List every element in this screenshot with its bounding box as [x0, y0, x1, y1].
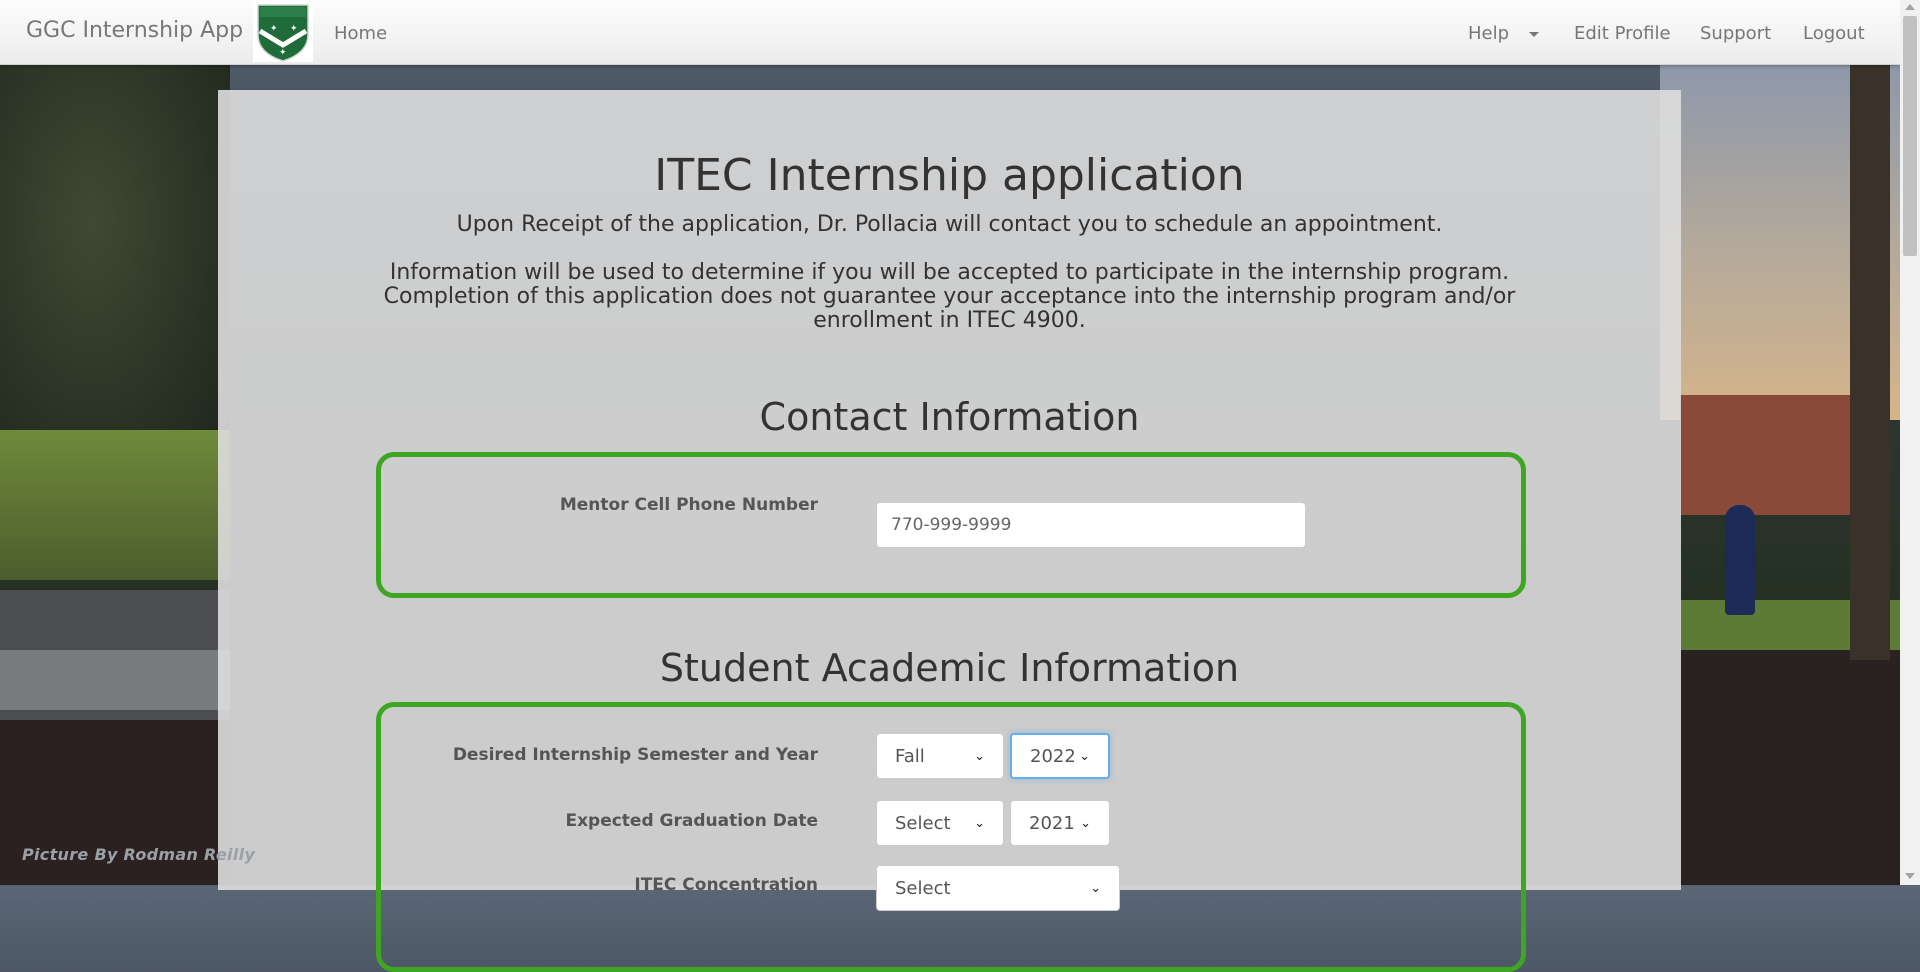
intro-enrollment-text: enrollment in ITEC 4900. [813, 308, 1086, 333]
caret-down-icon [1529, 31, 1540, 37]
scroll-down-icon[interactable] [1905, 873, 1915, 879]
photo-credit: Picture By Rodman Reilly [22, 845, 256, 864]
chevron-down-icon: ⌄ [1090, 880, 1101, 896]
nav-help-dropdown[interactable]: Help [1468, 23, 1540, 44]
chevron-down-icon: ⌄ [974, 815, 985, 831]
mentor-phone-label: Mentor Cell Phone Number [559, 495, 818, 515]
concentration-select-value: Select [895, 877, 951, 899]
nav-help-label: Help [1468, 23, 1510, 44]
graduation-label: Expected Graduation Date [565, 811, 818, 831]
nav-support[interactable]: Support [1700, 23, 1771, 44]
graduation-year-value: 2021 [1029, 812, 1075, 834]
semester-select[interactable]: Fall ⌄ [876, 733, 1004, 779]
scroll-up-icon[interactable] [1905, 4, 1915, 10]
intro-completion-text: Completion of this application does not … [383, 284, 1516, 309]
concentration-label: ITEC Concentration [634, 875, 818, 895]
brand-link[interactable]: GGC Internship App [26, 18, 243, 43]
nav-logout[interactable]: Logout [1803, 23, 1865, 44]
semester-year-value: 2022 [1030, 745, 1076, 767]
semester-select-value: Fall [895, 745, 925, 767]
semester-label: Desired Internship Semester and Year [452, 745, 818, 765]
chevron-down-icon: ⌄ [1080, 815, 1091, 831]
college-logo[interactable]: ✦ ✦ ✦ [252, 1, 314, 63]
svg-text:✦: ✦ [279, 48, 287, 58]
concentration-select[interactable]: Select ⌄ [876, 865, 1120, 911]
nav-edit-profile[interactable]: Edit Profile [1574, 23, 1671, 44]
navbar: GGC Internship App ✦ ✦ ✦ Home Help Edit … [0, 0, 1900, 65]
page-title: ITEC Internship application [654, 150, 1245, 201]
semester-year-select[interactable]: 2022 ⌄ [1010, 733, 1110, 779]
chevron-down-icon: ⌄ [974, 748, 985, 764]
scrollbar-thumb[interactable] [1903, 16, 1917, 256]
mentor-phone-input[interactable]: 770-999-9999 [876, 502, 1306, 548]
academic-heading: Student Academic Information [659, 646, 1240, 690]
graduation-select[interactable]: Select ⌄ [876, 800, 1004, 846]
application-panel: ITEC Internship application Upon Receipt… [218, 90, 1681, 972]
graduation-year-select[interactable]: 2021 ⌄ [1010, 800, 1110, 846]
graduation-select-value: Select [895, 812, 951, 834]
svg-text:✦: ✦ [270, 24, 278, 34]
nav-home[interactable]: Home [334, 23, 387, 44]
chevron-down-icon: ⌄ [1079, 748, 1090, 764]
intro-receipt-text: Upon Receipt of the application, Dr. Pol… [456, 212, 1443, 237]
intro-info-text: Information will be used to determine if… [389, 260, 1510, 285]
contact-heading: Contact Information [759, 395, 1140, 439]
svg-text:✦: ✦ [290, 24, 298, 34]
